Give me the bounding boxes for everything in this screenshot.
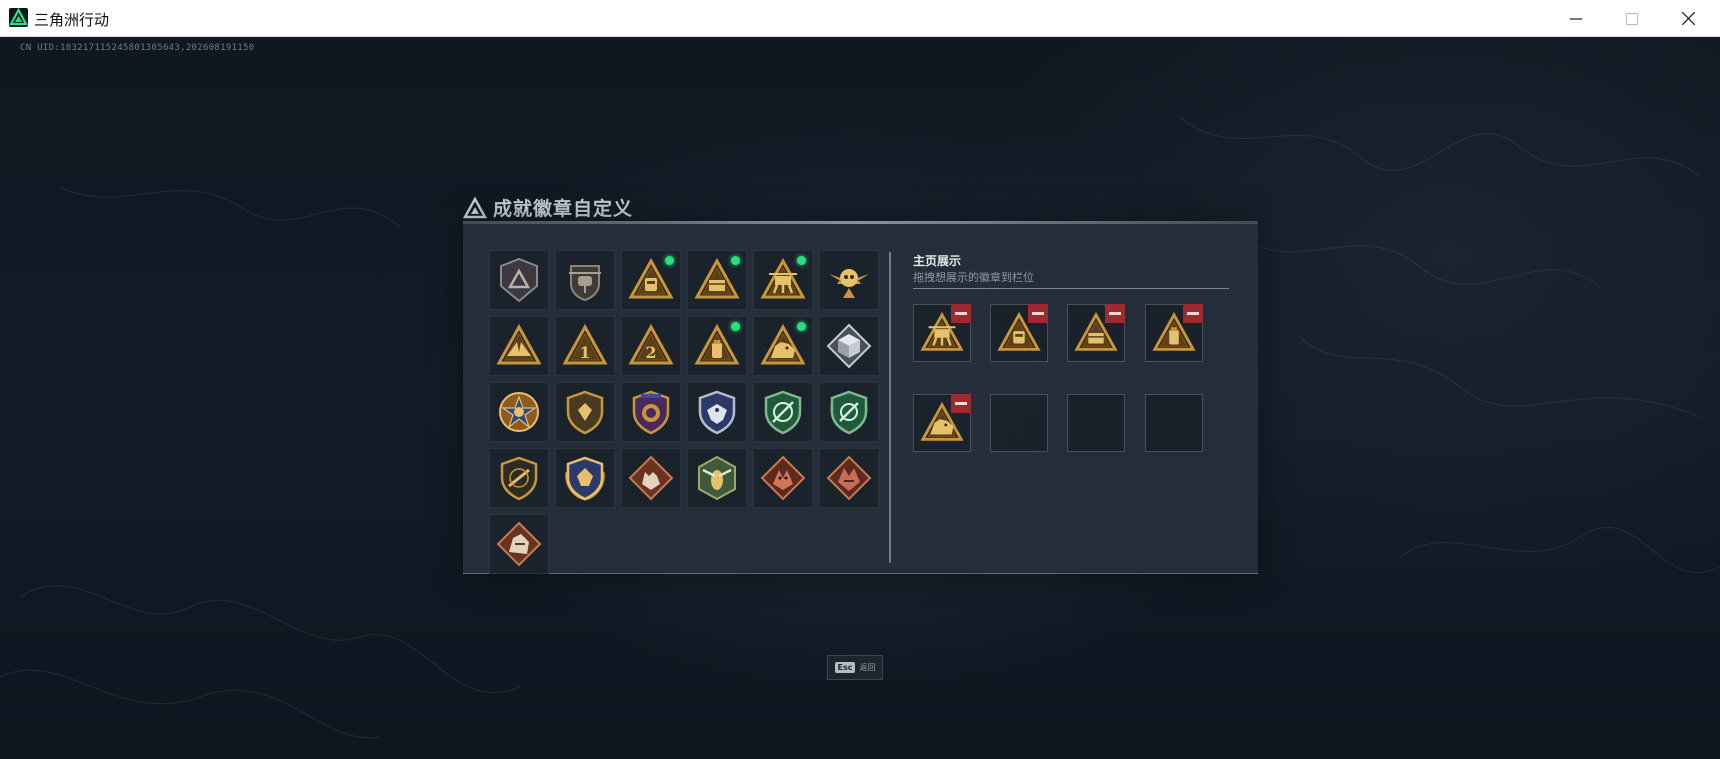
badge-grid-scrollbar[interactable] bbox=[889, 252, 891, 563]
new-indicator-dot bbox=[665, 256, 674, 265]
new-indicator-dot bbox=[797, 256, 806, 265]
small-shield-icon bbox=[566, 390, 604, 435]
shield-delta-icon bbox=[500, 257, 538, 303]
star-medal-icon bbox=[499, 392, 539, 432]
esc-back-label: 返回 bbox=[859, 663, 876, 672]
helicopter-shield-icon bbox=[569, 265, 601, 302]
badge-cell[interactable] bbox=[621, 448, 681, 508]
panel-top-accent bbox=[463, 221, 1258, 224]
display-subtitle: 拖拽想展示的徽章到栏位 bbox=[913, 271, 1034, 284]
rifle-shield-icon bbox=[500, 456, 538, 501]
badge-cell[interactable]: 1 bbox=[555, 316, 615, 376]
uid-label: CN UID:183217115245801305643,20260819115… bbox=[20, 43, 255, 53]
dragon-diamond-icon bbox=[760, 455, 806, 501]
dragon-diamond-alt-icon bbox=[826, 455, 872, 501]
laurel-crest-icon bbox=[565, 456, 605, 501]
badge-cell[interactable] bbox=[489, 382, 549, 442]
new-indicator-dot bbox=[797, 322, 806, 331]
badge-cell[interactable] bbox=[621, 382, 681, 442]
eagle-shield-icon bbox=[698, 390, 736, 435]
badge-cell[interactable] bbox=[555, 448, 615, 508]
panel-header: 成就徽章自定义 bbox=[463, 194, 633, 221]
badge-cell[interactable] bbox=[489, 514, 549, 574]
remove-badge-button[interactable] bbox=[1028, 304, 1048, 323]
hornet-hexagon-icon bbox=[698, 455, 736, 501]
triangle-number-2-icon: 2 bbox=[628, 323, 674, 365]
display-slot-filled[interactable] bbox=[913, 394, 971, 452]
esc-back-button[interactable]: Esc 返回 bbox=[827, 655, 883, 680]
new-indicator-dot bbox=[731, 256, 740, 265]
silver-cube-icon bbox=[826, 323, 872, 369]
esc-key-label: Esc bbox=[834, 662, 856, 673]
svg-text:2: 2 bbox=[645, 343, 656, 362]
wolf-diamond-icon bbox=[628, 455, 674, 501]
purple-shield-icon bbox=[632, 390, 670, 435]
badge-cell[interactable] bbox=[489, 448, 549, 508]
maximize-button[interactable] bbox=[1604, 0, 1660, 37]
remove-badge-button[interactable] bbox=[951, 394, 971, 413]
panel-title: 成就徽章自定义 bbox=[493, 198, 634, 220]
remove-badge-button[interactable] bbox=[951, 304, 971, 323]
green-crosshair-shield-icon bbox=[764, 390, 802, 435]
display-divider bbox=[913, 288, 1229, 289]
badge-cell[interactable] bbox=[819, 250, 879, 310]
display-slot-empty[interactable] bbox=[1067, 394, 1125, 452]
window-titlebar: 三角洲行动 bbox=[0, 0, 1720, 37]
triangle-number-1-icon: 1 bbox=[562, 323, 608, 365]
badge-cell[interactable] bbox=[687, 316, 747, 376]
display-slot-filled[interactable] bbox=[1145, 304, 1203, 362]
badge-cell[interactable] bbox=[753, 382, 813, 442]
triangle-wings-icon bbox=[496, 323, 542, 365]
beast-diamond-icon bbox=[496, 521, 542, 567]
badge-cell[interactable] bbox=[687, 448, 747, 508]
badge-cell[interactable] bbox=[753, 250, 813, 310]
badge-cell[interactable] bbox=[819, 382, 879, 442]
badge-cell[interactable] bbox=[489, 316, 549, 376]
badge-cell[interactable] bbox=[687, 382, 747, 442]
maximize-icon bbox=[1626, 12, 1638, 25]
green-crosshair-laurel-icon bbox=[830, 390, 868, 435]
display-slot-filled[interactable] bbox=[1067, 304, 1125, 362]
display-slot-empty[interactable] bbox=[990, 394, 1048, 452]
display-slot-filled[interactable] bbox=[913, 304, 971, 362]
badge-cell[interactable] bbox=[687, 250, 747, 310]
badge-cell[interactable] bbox=[753, 316, 813, 376]
badge-cell[interactable] bbox=[489, 250, 549, 310]
badge-cell[interactable] bbox=[819, 448, 879, 508]
badge-cell[interactable] bbox=[555, 382, 615, 442]
display-heading: 主页展示 bbox=[913, 254, 962, 268]
window-title: 三角洲行动 bbox=[34, 11, 110, 29]
display-slot-empty[interactable] bbox=[1145, 394, 1203, 452]
close-icon bbox=[1681, 12, 1695, 25]
badge-cell[interactable]: 2 bbox=[621, 316, 681, 376]
remove-badge-button[interactable] bbox=[1105, 304, 1125, 323]
remove-badge-button[interactable] bbox=[1183, 304, 1203, 323]
winged-skull-icon bbox=[829, 269, 869, 298]
badge-cell[interactable] bbox=[753, 448, 813, 508]
badge-customize-panel: 1 2 主页展示 拖拽想展示的徽章到栏位 bbox=[463, 221, 1258, 574]
badge-cell[interactable] bbox=[621, 250, 681, 310]
delta-logo-icon bbox=[463, 196, 487, 218]
new-indicator-dot bbox=[731, 322, 740, 331]
badge-cell[interactable] bbox=[819, 316, 879, 376]
svg-text:1: 1 bbox=[579, 343, 590, 362]
display-slot-filled[interactable] bbox=[990, 304, 1048, 362]
close-button[interactable] bbox=[1660, 0, 1716, 37]
minimize-icon bbox=[1570, 17, 1582, 20]
minimize-button[interactable] bbox=[1548, 0, 1604, 37]
badge-collection-grid: 1 2 bbox=[489, 250, 885, 574]
badge-cell[interactable] bbox=[555, 250, 615, 310]
app-logo-icon bbox=[9, 7, 28, 27]
